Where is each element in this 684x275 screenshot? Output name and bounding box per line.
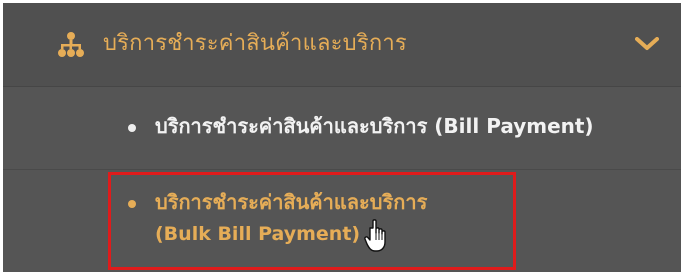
bullet-icon [128,200,136,208]
hand-pointer-icon [364,219,386,252]
submenu-item-label: บริการชำระค่าสินค้าและบริการ [155,190,428,214]
screenshot-frame: บริการชำระค่าสินค้าและบริการ บริการชำระค… [0,0,684,275]
sitemap-icon [58,32,84,57]
menu-group-bill-payment[interactable]: บริการชำระค่าสินค้าและบริการ [3,3,681,87]
submenu-item-bulk-bill-payment[interactable]: บริการชำระค่าสินค้าและบริการ (Bulk Bill … [3,170,681,272]
submenu-item-bill-payment[interactable]: บริการชำระค่าสินค้าและบริการ (Bill Payme… [3,87,681,170]
submenu-item-sublabel: (Bulk Bill Payment) [155,223,361,245]
bullet-icon [128,124,136,132]
menu-group-label: บริการชำระค่าสินค้าและบริการ [103,31,407,56]
chevron-down-icon[interactable] [635,37,659,51]
sidebar-menu: บริการชำระค่าสินค้าและบริการ บริการชำระค… [3,3,681,272]
submenu-item-label: บริการชำระค่าสินค้าและบริการ (Bill Payme… [155,114,594,138]
